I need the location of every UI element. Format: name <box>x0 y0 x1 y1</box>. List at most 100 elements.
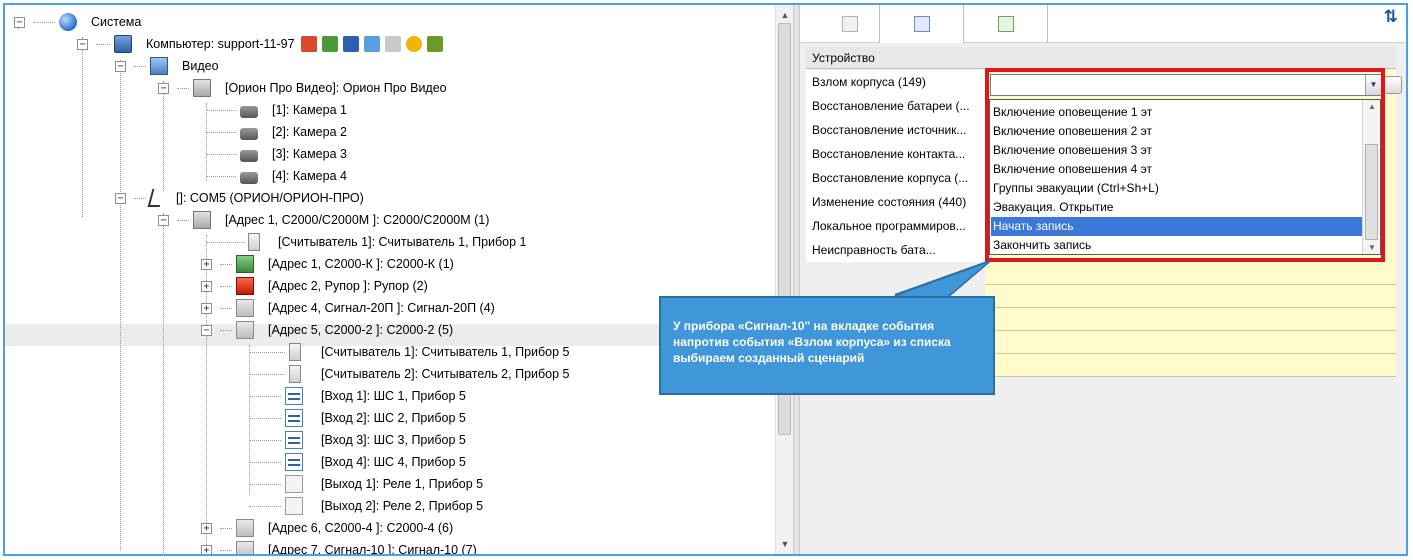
tree-item-com-port[interactable]: − []: COM5 (ОРИОН/ОРИОН-ПРО) <box>115 187 364 209</box>
tree-item-video[interactable]: − Видео <box>115 55 219 77</box>
sort-az-icon[interactable]: ⇅ <box>1384 7 1398 27</box>
annotation-callout: У прибора «Сигнал-10" на вкладке события… <box>659 296 995 395</box>
collapse-icon[interactable]: − <box>14 16 25 28</box>
tree-item-video-server[interactable]: − [Орион Про Видео]: Орион Про Видео <box>158 77 447 99</box>
panel-splitter[interactable] <box>793 5 800 554</box>
expand-icon[interactable]: + <box>201 258 212 270</box>
more-button[interactable] <box>1384 76 1402 94</box>
tree-item-label: [Вход 1]: ШС 1, Прибор 5 <box>321 389 466 403</box>
status-icon <box>321 36 338 52</box>
expand-icon[interactable]: + <box>201 544 212 554</box>
tab-list[interactable] <box>820 5 880 43</box>
tree-item-input[interactable]: [Вход 2]: ШС 2, Прибор 5 <box>249 407 466 429</box>
tree-item-reader[interactable]: [Считыватель 2]: Считыватель 2, Прибор 5 <box>249 363 570 385</box>
tree-item-c2000-4[interactable]: + [Адрес 6, С2000-4 ]: С2000-4 (6) <box>201 517 453 539</box>
tree-item-horn[interactable]: + [Адрес 2, Рупор ]: Рупор (2) <box>201 275 428 297</box>
tree-item-label: [Выход 2]: Реле 2, Прибор 5 <box>321 499 484 513</box>
list-icon <box>841 16 858 32</box>
collapse-icon[interactable]: − <box>77 38 88 50</box>
device-tree: − Система − Компьютер: support-11-97 − В… <box>5 5 775 554</box>
empty-value-row <box>986 285 1396 308</box>
globe-icon <box>59 13 77 31</box>
empty-value-row <box>986 354 1396 377</box>
tree-item-label: [2]: Камера 2 <box>272 125 347 139</box>
expand-icon[interactable]: + <box>201 522 212 534</box>
tree-item-input[interactable]: [Вход 4]: ШС 4, Прибор 5 <box>249 451 466 473</box>
tree-item-c2000-2[interactable]: − [Адрес 5, С2000-2 ]: С2000-2 (5) <box>201 319 453 341</box>
tree-item-camera[interactable]: [3]: Камера 3 <box>206 143 347 165</box>
scroll-up-icon[interactable]: ▲ <box>776 7 794 23</box>
app-window: − Система − Компьютер: support-11-97 − В… <box>3 3 1408 556</box>
tree-item-label: [Адрес 7, Сигнал-10 ]: Сигнал-10 (7) <box>268 543 477 554</box>
relay-icon <box>285 497 303 515</box>
status-icon <box>384 36 401 52</box>
highlight-frame <box>985 68 1385 262</box>
property-name: Восстановление источник... <box>806 118 986 142</box>
device-icon <box>236 321 254 339</box>
camera-icon <box>240 149 258 162</box>
input-icon <box>285 387 303 405</box>
status-icon <box>426 36 443 52</box>
tree-item-computer[interactable]: − Компьютер: support-11-97 <box>77 33 443 55</box>
tree-item-controller[interactable]: − [Адрес 1, С2000/С2000М ]: С2000/С2000М… <box>158 209 489 231</box>
expand-icon[interactable]: + <box>201 280 212 292</box>
tree-item-label: [Адрес 2, Рупор ]: Рупор (2) <box>268 279 428 293</box>
collapse-icon[interactable]: − <box>115 60 126 72</box>
reader-icon <box>289 365 301 383</box>
collapse-icon[interactable]: − <box>158 82 169 94</box>
tree-item-label: [Считыватель 1]: Считыватель 1, Прибор 5 <box>321 345 570 359</box>
reader-icon <box>289 343 301 361</box>
group-header: Устройство <box>806 47 1396 69</box>
tree-item-system[interactable]: − Система <box>14 11 141 33</box>
computer-icon <box>114 35 132 53</box>
video-server-icon <box>193 79 211 97</box>
input-icon <box>285 431 303 449</box>
camera-icon <box>240 127 258 140</box>
tree-item-camera[interactable]: [2]: Камера 2 <box>206 121 347 143</box>
tree-item-relay[interactable]: [Выход 1]: Реле 1, Прибор 5 <box>249 473 483 495</box>
video-folder-icon <box>150 57 168 75</box>
events-icon <box>913 16 930 32</box>
tab-scenarios[interactable] <box>964 5 1048 43</box>
tree-item-relay[interactable]: [Выход 2]: Реле 2, Прибор 5 <box>249 495 483 517</box>
property-name: Восстановление батареи (... <box>806 94 986 118</box>
tab-events[interactable] <box>880 5 964 43</box>
property-name: Неисправность бата... <box>806 238 986 262</box>
status-icon <box>342 36 359 52</box>
tree-item-label: [Вход 2]: ШС 2, Прибор 5 <box>321 411 466 425</box>
scenario-icon <box>997 16 1014 32</box>
camera-icon <box>240 171 258 184</box>
collapse-icon[interactable]: − <box>201 324 212 336</box>
tree-item-signal-20p[interactable]: + [Адрес 4, Сигнал-20П ]: Сигнал-20П (4) <box>201 297 495 319</box>
tree-item-reader[interactable]: [Считыватель 1]: Считыватель 1, Прибор 5 <box>249 341 570 363</box>
callout-line: У прибора «Сигнал-10" на вкладке события <box>673 319 935 333</box>
expand-icon[interactable]: + <box>201 302 212 314</box>
collapse-icon[interactable]: − <box>115 192 126 204</box>
tree-item-label: []: COM5 (ОРИОН/ОРИОН-ПРО) <box>176 191 364 205</box>
status-icon <box>300 36 317 52</box>
tree-scrollbar[interactable]: ▲ ▼ <box>775 5 793 554</box>
collapse-icon[interactable]: − <box>158 214 169 226</box>
callout-line: выбираем созданный сценарий <box>673 351 865 365</box>
tree-item-signal-10[interactable]: + [Адрес 7, Сигнал-10 ]: Сигнал-10 (7) <box>201 539 477 554</box>
tree-item-input[interactable]: [Вход 3]: ШС 3, Прибор 5 <box>249 429 466 451</box>
tree-item-label: Видео <box>182 59 219 73</box>
input-icon <box>285 453 303 471</box>
reader-icon <box>248 233 260 251</box>
status-icon <box>363 36 380 52</box>
controller-icon <box>193 211 211 229</box>
tree-item-camera[interactable]: [1]: Камера 1 <box>206 99 347 121</box>
tree-item-label: [Вход 4]: ШС 4, Прибор 5 <box>321 455 466 469</box>
tree-item-label: [Считыватель 1]: Считыватель 1, Прибор 1 <box>278 235 527 249</box>
tree-item-camera[interactable]: [4]: Камера 4 <box>206 165 347 187</box>
scroll-down-icon[interactable]: ▼ <box>776 536 794 552</box>
tree-item-keypad[interactable]: + [Адрес 1, С2000-К ]: С2000-К (1) <box>201 253 454 275</box>
tree-item-input[interactable]: [Вход 1]: ШС 1, Прибор 5 <box>249 385 466 407</box>
device-icon <box>236 541 254 554</box>
tree-item-label: [3]: Камера 3 <box>272 147 347 161</box>
property-name: Восстановление корпуса (... <box>806 166 986 190</box>
tree-item-reader[interactable]: [Считыватель 1]: Считыватель 1, Прибор 1 <box>206 231 527 253</box>
tree-item-label: [Адрес 6, С2000-4 ]: С2000-4 (6) <box>268 521 454 535</box>
com-port-icon <box>147 189 165 207</box>
sun-icon <box>405 36 422 52</box>
